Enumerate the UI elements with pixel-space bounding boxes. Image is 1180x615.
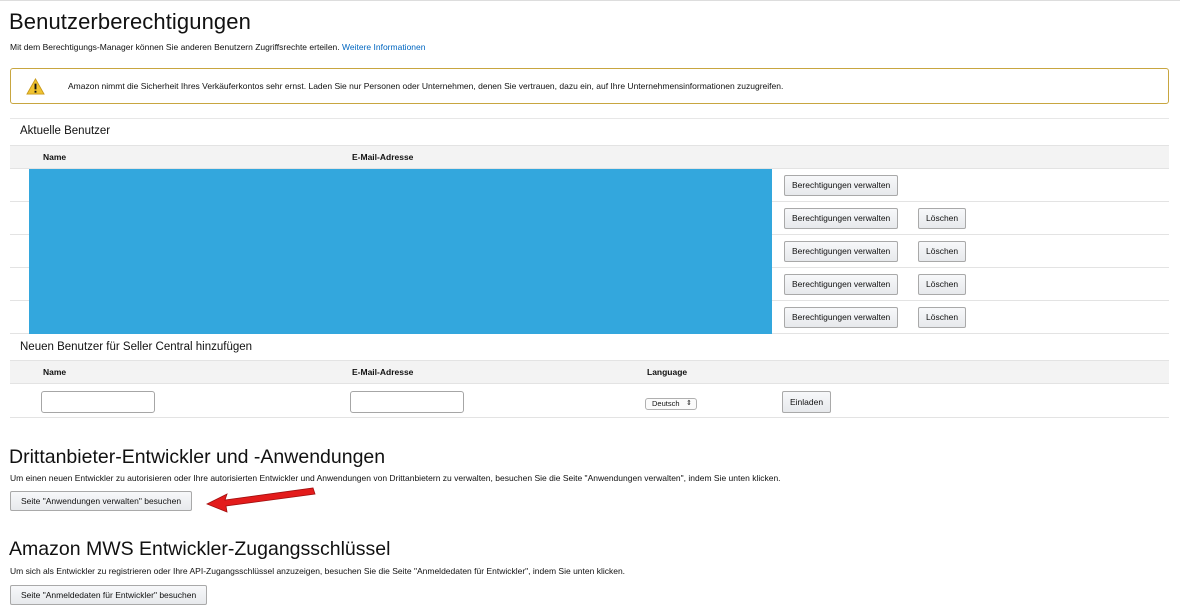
column-header-name: Name	[43, 367, 67, 377]
add-user-table-header: Name E-Mail-Adresse Language	[10, 360, 1169, 384]
new-user-name-input[interactable]	[41, 391, 155, 413]
mws-description: Um sich als Entwickler zu registrieren o…	[10, 566, 626, 576]
column-header-email: E-Mail-Adresse	[352, 152, 414, 162]
select-arrows-icon: ⇕	[686, 400, 692, 407]
section-divider	[10, 118, 1169, 119]
red-arrow-annotation-icon	[206, 487, 316, 513]
manage-permissions-button[interactable]: Berechtigungen verwalten	[784, 175, 899, 196]
current-users-heading: Aktuelle Benutzer	[20, 125, 111, 137]
redacted-user-data	[29, 169, 772, 334]
page-intro: Mit dem Berechtigungs-Manager können Sie…	[10, 42, 425, 52]
more-info-link[interactable]: Weitere Informationen	[342, 42, 425, 52]
delete-user-button[interactable]: Löschen	[918, 307, 967, 328]
manage-applications-button[interactable]: Seite "Anwendungen verwalten" besuchen	[10, 491, 193, 511]
invite-button[interactable]: Einladen	[782, 391, 832, 413]
page-title: Benutzerberechtigungen	[9, 9, 251, 34]
developer-credentials-button[interactable]: Seite "Anmeldedaten für Entwickler" besu…	[10, 585, 208, 605]
add-user-heading: Neuen Benutzer für Seller Central hinzuf…	[20, 341, 253, 353]
manage-permissions-button[interactable]: Berechtigungen verwalten	[784, 241, 899, 262]
delete-user-button[interactable]: Löschen	[918, 208, 967, 229]
new-user-email-input[interactable]	[350, 391, 464, 413]
column-header-language: Language	[647, 367, 688, 377]
warning-icon	[26, 78, 45, 95]
third-party-description: Um einen neuen Entwickler zu autorisiere…	[10, 473, 781, 483]
third-party-heading: Drittanbieter-Entwickler und -Anwendunge…	[9, 446, 386, 468]
current-users-table-header: Name E-Mail-Adresse	[10, 145, 1169, 169]
delete-user-button[interactable]: Löschen	[918, 274, 967, 295]
delete-user-button[interactable]: Löschen	[918, 241, 967, 262]
security-alert: Amazon nimmt die Sicherheit Ihres Verkäu…	[10, 68, 1169, 104]
page-intro-text: Mit dem Berechtigungs-Manager können Sie…	[10, 42, 340, 52]
add-user-row	[10, 384, 1169, 418]
language-select[interactable]: Deutsch ⇕	[645, 398, 697, 410]
top-divider	[0, 0, 1180, 1]
language-selected-value: Deutsch	[652, 399, 680, 408]
manage-permissions-button[interactable]: Berechtigungen verwalten	[784, 274, 899, 295]
alert-message: Amazon nimmt die Sicherheit Ihres Verkäu…	[68, 81, 784, 91]
mws-heading: Amazon MWS Entwickler-Zugangsschlüssel	[9, 538, 391, 560]
column-header-name: Name	[43, 152, 67, 162]
manage-permissions-button[interactable]: Berechtigungen verwalten	[784, 307, 899, 328]
column-header-email: E-Mail-Adresse	[352, 367, 414, 377]
manage-permissions-button[interactable]: Berechtigungen verwalten	[784, 208, 899, 229]
